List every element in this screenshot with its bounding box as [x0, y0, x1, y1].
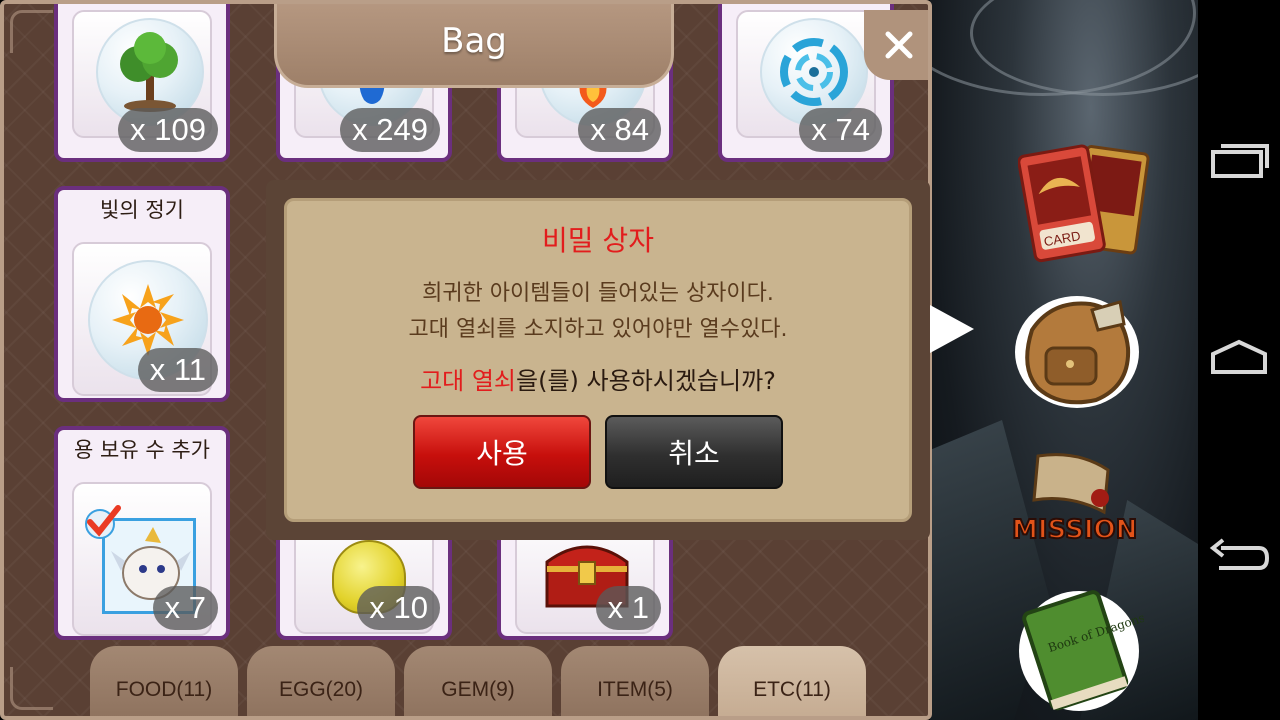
item-name: 빛의 정기 — [100, 198, 184, 222]
item-count: x 109 — [118, 108, 218, 152]
checkmark-icon — [85, 505, 121, 539]
bag-item-card[interactable]: x 1 — [497, 524, 673, 640]
item-count: x 11 — [137, 348, 218, 392]
item-name: 용 보유 수 추가 — [74, 438, 210, 462]
question-item-name: 고대 열쇠 — [420, 367, 517, 395]
item-count: x 7 — [152, 586, 218, 630]
close-icon — [885, 31, 913, 59]
bag-item-card[interactable]: 용 보유 수 추가 x 7 — [54, 426, 230, 640]
tab-item[interactable]: ITEM(5) — [561, 646, 709, 716]
back-button[interactable] — [1198, 518, 1280, 598]
bag-title: Bag — [441, 20, 507, 61]
recent-apps-button[interactable] — [1198, 120, 1280, 200]
tab-etc[interactable]: ETC(11) — [718, 646, 866, 716]
dialog-body: 비밀 상자 희귀한 아이템들이 들어있는 상자이다. 고대 열쇠를 소지하고 있… — [284, 198, 912, 522]
item-count: x 249 — [340, 108, 440, 152]
use-button[interactable]: 사용 — [413, 415, 591, 489]
card-button[interactable]: CARD — [1017, 140, 1158, 265]
recent-apps-icon — [1211, 144, 1269, 178]
tab-food[interactable]: FOOD(11) — [90, 646, 238, 716]
dialog-title: 비밀 상자 — [542, 224, 654, 257]
bag-title-tab: Bag — [274, 4, 674, 88]
item-count: x 74 — [799, 108, 882, 152]
book-icon: Book of Dragons — [1019, 590, 1147, 711]
home-button[interactable] — [1198, 318, 1280, 398]
bag-item-card[interactable]: 빛의 정기 x 11 — [54, 186, 230, 402]
back-arrow-icon — [1209, 538, 1269, 570]
system-nav-bar — [1198, 0, 1280, 720]
use-item-dialog: 비밀 상자 희귀한 아이템들이 들어있는 상자이다. 고대 열쇠를 소지하고 있… — [266, 180, 930, 540]
question-text: 을(를) 사용하시겠습니까? — [516, 367, 776, 395]
dialog-description-line: 희귀한 아이템들이 들어있는 상자이다. — [422, 281, 774, 306]
cancel-button[interactable]: 취소 — [605, 415, 783, 489]
home-icon — [1211, 339, 1267, 374]
dialog-question: 고대 열쇠을(를) 사용하시겠습니까? — [287, 361, 909, 396]
card-icon: CARD — [1017, 144, 1150, 263]
backpack-button[interactable] — [1012, 290, 1142, 410]
mission-label: MISSION — [1012, 515, 1137, 545]
tab-egg[interactable]: EGG(20) — [247, 646, 395, 716]
tab-gem[interactable]: GEM(9) — [404, 646, 552, 716]
expand-arrow-icon[interactable] — [930, 305, 974, 353]
close-button[interactable] — [864, 10, 928, 80]
bag-item-card[interactable]: x 10 — [276, 524, 452, 640]
corner-ornament — [10, 667, 53, 710]
item-count: x 10 — [357, 586, 440, 630]
backpack-icon — [1015, 296, 1139, 408]
dialog-description-line: 고대 열쇠를 소지하고 있어야만 열수있다. — [408, 317, 788, 342]
mission-button[interactable]: MISSION — [1008, 450, 1153, 550]
book-of-dragons-button[interactable]: Book of Dragons — [1014, 585, 1147, 713]
item-count: x 84 — [578, 108, 661, 152]
mission-scroll-icon: MISSION — [1011, 453, 1138, 546]
item-count: x 1 — [595, 586, 661, 630]
corner-ornament — [10, 10, 53, 53]
bag-item-card[interactable]: x 109 — [54, 4, 230, 162]
